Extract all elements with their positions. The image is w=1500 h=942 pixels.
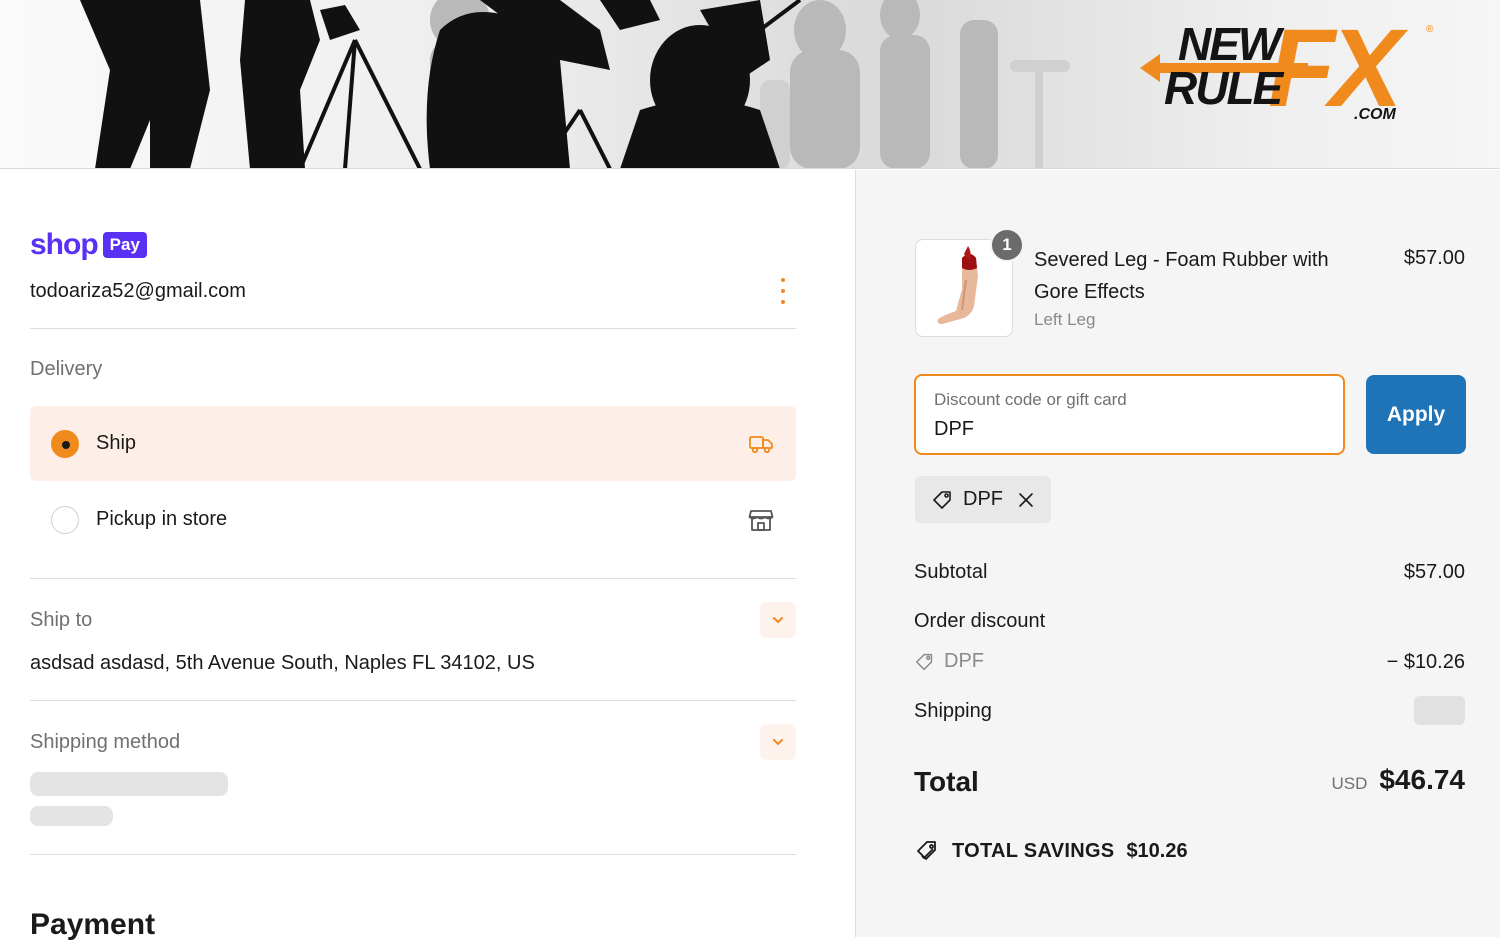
total-label: Total bbox=[914, 766, 979, 797]
delivery-option-pickup[interactable]: Pickup in store bbox=[30, 482, 796, 557]
logo-new: NEW bbox=[1178, 18, 1281, 70]
chevron-down-icon bbox=[773, 617, 783, 624]
tag-icon bbox=[933, 490, 951, 509]
account-email: todoariza52@gmail.com bbox=[30, 280, 246, 302]
logo-arrow bbox=[1140, 54, 1160, 82]
truck-icon bbox=[749, 435, 773, 453]
checkout-main: shop Pay todoariza52@gmail.com Delivery … bbox=[0, 170, 855, 941]
quantity-badge: 1 bbox=[990, 228, 1024, 262]
savings-tag-icon bbox=[917, 841, 936, 860]
logo-registered: ® bbox=[1426, 24, 1434, 35]
delivery-option-label: Pickup in store bbox=[96, 508, 228, 530]
ship-to-toggle[interactable] bbox=[760, 602, 796, 638]
ship-to-heading: Ship to bbox=[30, 609, 93, 631]
order-discount-code-row: DPF bbox=[914, 650, 984, 673]
shipping-label: Shipping bbox=[914, 700, 992, 722]
loading-skeleton bbox=[30, 806, 113, 826]
shipping-method-heading: Shipping method bbox=[30, 731, 181, 753]
divider bbox=[30, 578, 796, 579]
divider bbox=[30, 328, 796, 329]
header-banner: FX NEW RULE .COM ® bbox=[0, 0, 1500, 169]
order-summary: 1 Severed Leg - Foam Rubber with Gore Ef… bbox=[855, 170, 1500, 937]
shipping-loading-skeleton bbox=[1414, 696, 1465, 725]
apply-button[interactable]: Apply bbox=[1366, 375, 1466, 454]
shipping-method-toggle[interactable] bbox=[760, 724, 796, 760]
total-savings-label: TOTAL SAVINGS bbox=[952, 839, 1115, 862]
film-crew-silhouette-image bbox=[80, 0, 1070, 168]
divider bbox=[30, 700, 796, 701]
product-variant: Left Leg bbox=[1034, 310, 1096, 329]
delivery-option-label: Ship bbox=[96, 432, 137, 454]
radio-pickup[interactable] bbox=[51, 505, 79, 534]
delivery-option-ship[interactable]: Ship bbox=[30, 406, 796, 481]
product-name: Severed Leg - Foam Rubber with Gore Effe… bbox=[1034, 249, 1329, 303]
delivery-heading: Delivery bbox=[30, 358, 103, 380]
store-icon bbox=[748, 509, 774, 531]
chevron-down-icon bbox=[773, 739, 783, 746]
order-discount-amount: − $10.26 bbox=[1386, 651, 1465, 673]
kebab-icon[interactable] bbox=[778, 278, 788, 304]
shop-pay-logo: shop Pay bbox=[30, 228, 147, 262]
total-value: $46.74 bbox=[1379, 764, 1465, 795]
divider bbox=[30, 854, 796, 855]
discount-input[interactable] bbox=[934, 418, 1314, 441]
remove-discount-button[interactable] bbox=[1017, 491, 1035, 509]
total-savings-value: $10.26 bbox=[1126, 839, 1188, 862]
discount-field[interactable]: Discount code or gift card bbox=[914, 374, 1345, 455]
total-currency: USD bbox=[1331, 774, 1368, 793]
newrulefx-logo[interactable]: FX NEW RULE .COM ® bbox=[1140, 14, 1440, 130]
radio-ship[interactable] bbox=[51, 429, 79, 458]
product-price: $57.00 bbox=[1403, 247, 1465, 269]
subtotal-value: $57.00 bbox=[1403, 561, 1465, 583]
tag-icon bbox=[916, 653, 933, 670]
total-amount: USD $46.74 bbox=[1331, 764, 1465, 796]
order-discount-code: DPF bbox=[944, 650, 984, 672]
loading-skeleton bbox=[30, 772, 228, 796]
close-icon bbox=[1019, 492, 1033, 507]
shop-pay-badge: Pay bbox=[102, 232, 147, 258]
applied-discount-chip: DPF bbox=[915, 476, 1051, 523]
logo-com: .COM bbox=[1354, 106, 1396, 123]
subtotal-label: Subtotal bbox=[914, 561, 988, 583]
discount-field-label: Discount code or gift card bbox=[934, 390, 1127, 409]
ship-to-address: asdsad asdasd, 5th Avenue South, Naples … bbox=[30, 652, 535, 674]
logo-rule: RULE bbox=[1164, 62, 1283, 114]
applied-discount-code: DPF bbox=[963, 488, 1003, 510]
total-savings: TOTAL SAVINGS $10.26 bbox=[914, 838, 1188, 864]
shop-pay-wordmark: shop bbox=[30, 228, 99, 261]
order-discount-label: Order discount bbox=[914, 610, 1046, 632]
